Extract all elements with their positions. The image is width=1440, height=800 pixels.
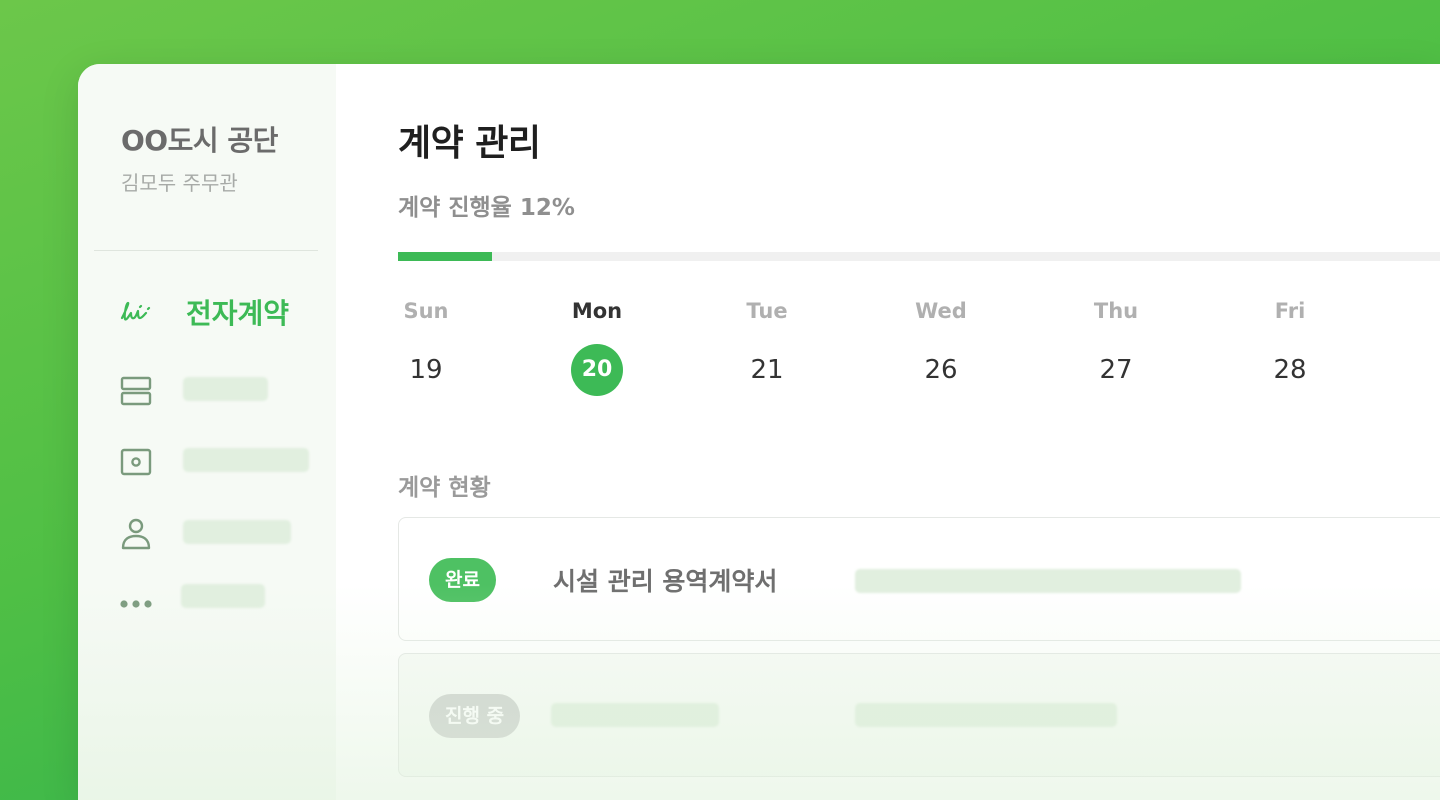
sidebar-divider: [94, 250, 318, 251]
page-title: 계약 관리: [398, 123, 541, 164]
sidebar-item-label: 전자계약: [186, 297, 290, 330]
calendar-day-selected[interactable]: Mon 20: [537, 296, 657, 396]
contract-card[interactable]: 진행 중: [398, 653, 1440, 777]
app-window: OO도시 공단 김모두 주무관 전자계약 계약 관리 계약 진행율 12% Su…: [78, 64, 1440, 800]
sidebar-item-3[interactable]: [78, 436, 336, 484]
more-dots-icon: [120, 600, 152, 608]
contract-title-placeholder: [551, 703, 719, 727]
sidebar-item-placeholder: [181, 584, 265, 608]
day-number: 21: [750, 355, 784, 385]
user-name: 김모두 주무관: [121, 171, 238, 195]
sidebar: OO도시 공단 김모두 주무관 전자계약: [78, 64, 336, 800]
day-name: Mon: [571, 299, 623, 323]
sidebar-item-more[interactable]: [78, 572, 336, 620]
day-number: 26: [924, 355, 958, 385]
day-name: Sun: [403, 299, 449, 323]
id-card-icon: [120, 448, 152, 476]
status-badge: 완료: [429, 558, 496, 602]
calendar-day[interactable]: Thu 27: [1056, 296, 1176, 396]
layout-rows-icon: [120, 376, 152, 406]
day-number: 27: [1099, 355, 1133, 385]
contract-title: 시설 관리 용역계약서: [553, 567, 778, 596]
organization-name: OO도시 공단: [121, 124, 278, 157]
day-name: Wed: [915, 299, 967, 323]
day-name: Thu: [1093, 299, 1139, 323]
contract-detail-placeholder: [855, 703, 1117, 727]
sidebar-item-placeholder: [183, 520, 291, 544]
main-content: 계약 관리 계약 진행율 12% Sun 19 Mon 20 Tue 21 We…: [336, 64, 1440, 800]
sidebar-item-placeholder: [183, 448, 309, 472]
sidebar-item-e-contract[interactable]: 전자계약: [78, 286, 336, 334]
calendar-day[interactable]: Tue 21: [707, 296, 827, 396]
day-name: Tue: [746, 299, 788, 323]
day-number-selected: 20: [571, 344, 623, 396]
calendar-day[interactable]: Fri 28: [1230, 296, 1350, 396]
day-name: Fri: [1274, 299, 1306, 323]
signature-icon: [120, 301, 151, 321]
day-number: 28: [1273, 355, 1307, 385]
sidebar-item-placeholder: [183, 377, 268, 401]
progress-label: 계약 진행율 12%: [398, 195, 575, 221]
day-number: 19: [409, 355, 443, 385]
progress-bar: [398, 252, 1440, 261]
user-icon: [121, 518, 151, 550]
calendar-day[interactable]: Wed 26: [881, 296, 1001, 396]
contract-detail-placeholder: [855, 569, 1241, 593]
contract-card[interactable]: 완료 시설 관리 용역계약서: [398, 517, 1440, 641]
section-title: 계약 현황: [398, 475, 491, 501]
status-badge: 진행 중: [429, 694, 521, 738]
sidebar-item-2[interactable]: [78, 365, 336, 413]
sidebar-item-4[interactable]: [78, 507, 336, 555]
progress-bar-fill: [398, 252, 492, 261]
calendar-day[interactable]: Sun 19: [366, 296, 486, 396]
